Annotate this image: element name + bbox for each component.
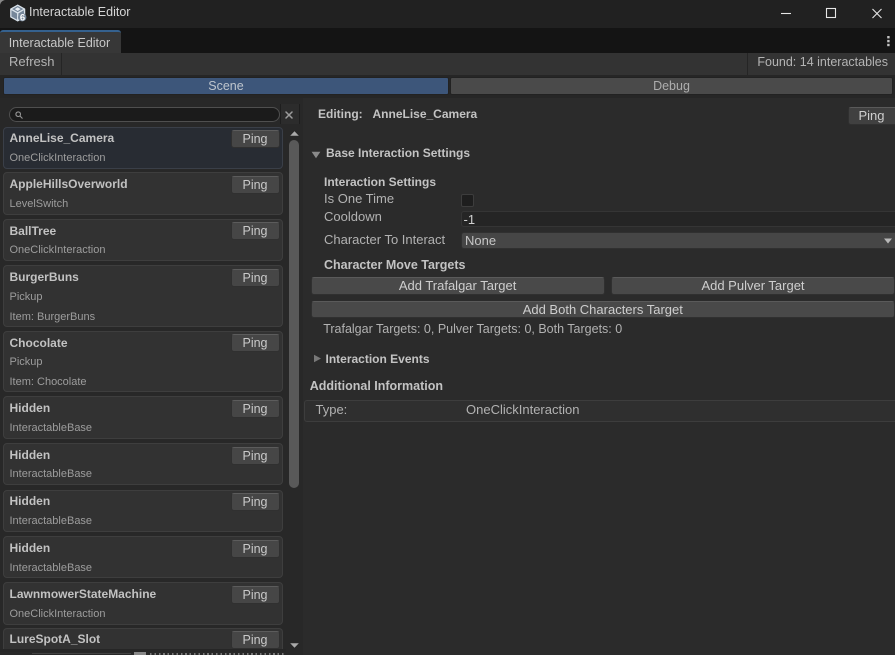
svg-text:6: 6 — [20, 12, 25, 22]
